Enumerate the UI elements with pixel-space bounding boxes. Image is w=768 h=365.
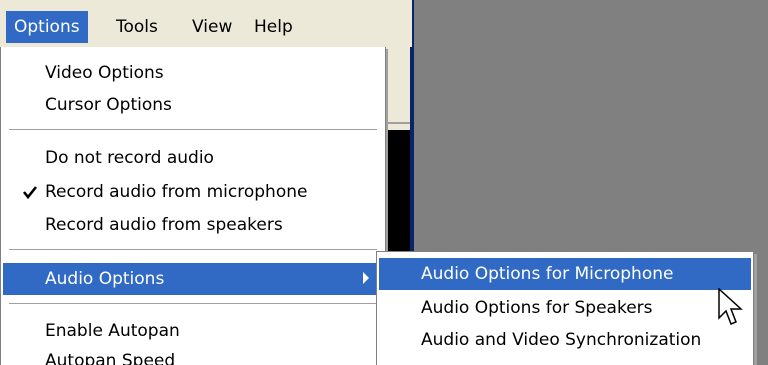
submenu-item-audio-options-speakers[interactable]: Audio Options for Speakers — [379, 292, 751, 324]
menu-help[interactable]: Help — [246, 11, 301, 43]
menu-separator — [9, 249, 377, 251]
menu-item-record-audio-microphone[interactable]: Record audio from microphone — [3, 176, 383, 208]
menu-item-label: Audio Options — [45, 269, 165, 289]
options-menu: Video Options Cursor Options Do not reco… — [0, 47, 386, 365]
checkmark-icon — [22, 186, 38, 200]
menu-item-enable-autopan[interactable]: Enable Autopan — [3, 315, 383, 347]
menu-item-video-options[interactable]: Video Options — [3, 57, 383, 89]
menu-item-audio-options[interactable]: Audio Options — [3, 263, 383, 295]
menu-item-cursor-options[interactable]: Cursor Options — [3, 89, 383, 121]
audio-options-submenu: Audio Options for Microphone Audio Optio… — [376, 251, 754, 365]
submenu-item-audio-video-sync[interactable]: Audio and Video Synchronization — [379, 324, 751, 356]
submenu-item-audio-options-microphone[interactable]: Audio Options for Microphone — [379, 258, 751, 290]
menu-separator — [9, 129, 377, 131]
menu-item-do-not-record-audio[interactable]: Do not record audio — [3, 142, 383, 174]
chevron-right-icon — [363, 272, 369, 284]
menu-item-autopan-speed[interactable]: Autopan Speed — [3, 345, 383, 365]
menu-view[interactable]: View — [184, 11, 240, 43]
menu-tools[interactable]: Tools — [108, 11, 166, 43]
menu-bar: Options Tools View Help — [0, 0, 412, 47]
menu-separator — [9, 303, 377, 305]
mouse-pointer-icon — [718, 288, 743, 325]
menu-item-record-audio-speakers[interactable]: Record audio from speakers — [3, 209, 383, 241]
menu-options[interactable]: Options — [6, 11, 88, 43]
menu-item-label: Record audio from microphone — [45, 182, 308, 202]
